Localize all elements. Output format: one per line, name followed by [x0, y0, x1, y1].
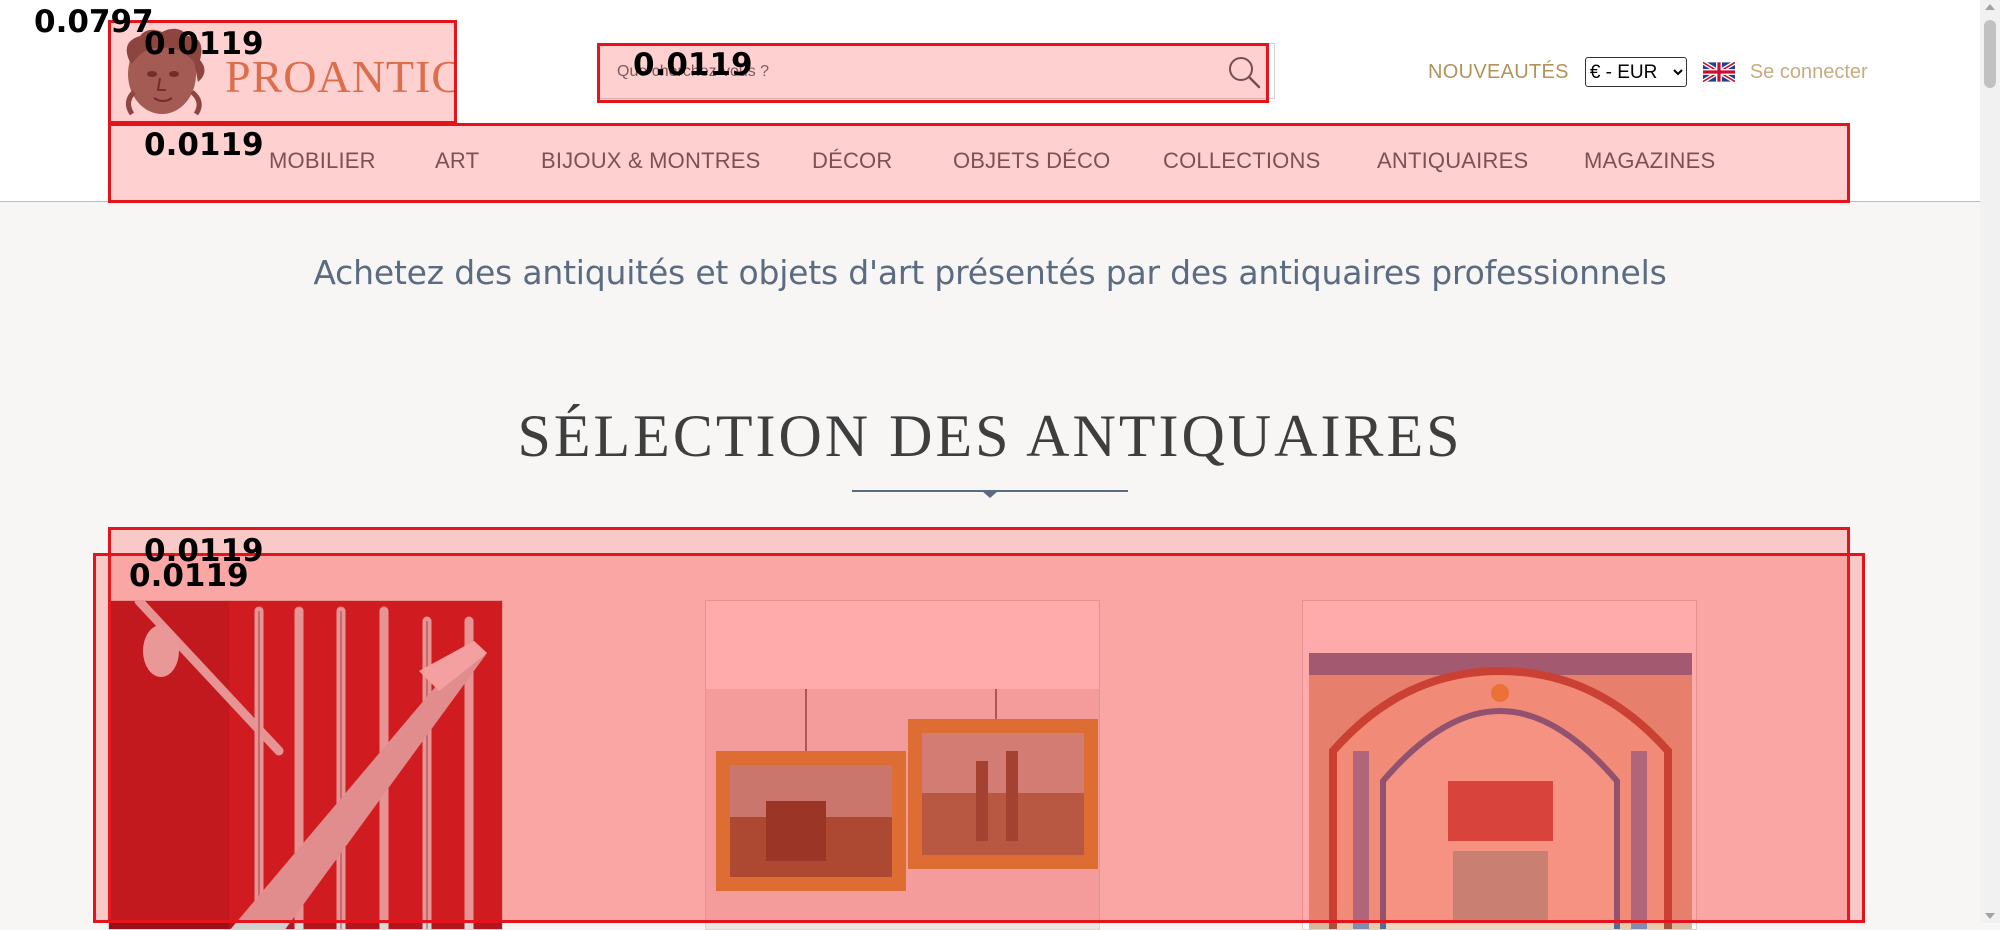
nouveautes-link[interactable]: NOUVEAUTÉS — [1428, 61, 1569, 84]
nav-item-objets-deco[interactable]: OBJETS DÉCO — [953, 148, 1110, 174]
textile-image — [1303, 601, 1696, 929]
nav-item-antiquaires[interactable]: ANTIQUAIRES — [1377, 148, 1528, 174]
cutlery-image — [109, 601, 502, 929]
nav-item-bijoux-montres[interactable]: BIJOUX & MONTRES — [541, 148, 761, 174]
nav-item-art[interactable]: ART — [435, 148, 479, 174]
main-nav: MOBILIER ART BIJOUX & MONTRES DÉCOR OBJE… — [108, 124, 1850, 202]
site-header: PROANTIC NOUVEAUTÉS € - EUR Se connecter… — [0, 0, 1980, 202]
nav-item-decor[interactable]: DÉCOR — [812, 148, 892, 174]
selection-card[interactable] — [108, 600, 503, 930]
medusa-head-icon — [126, 28, 205, 116]
logo-wordmark: PROANTIC — [225, 51, 455, 102]
header-utilities: NOUVEAUTÉS € - EUR Se connecter — [1428, 56, 1868, 88]
nav-item-collections[interactable]: COLLECTIONS — [1163, 148, 1320, 174]
search-input[interactable] — [615, 44, 1209, 100]
nav-item-magazines[interactable]: MAGAZINES — [1584, 148, 1715, 174]
uk-flag-icon[interactable] — [1702, 61, 1735, 83]
scroll-up-icon[interactable] — [1985, 4, 1995, 10]
currency-select[interactable]: € - EUR — [1584, 57, 1687, 87]
title-divider — [852, 490, 1128, 498]
section-title: SÉLECTION DES ANTIQUAIRES — [517, 403, 1463, 469]
scroll-down-icon[interactable] — [1985, 913, 1995, 919]
search-icon — [1229, 57, 1261, 89]
selection-card[interactable] — [1302, 600, 1697, 930]
site-tagline: Achetez des antiquités et objets d'art p… — [313, 253, 1667, 292]
login-link[interactable]: Se connecter — [1750, 61, 1868, 84]
search-bar — [598, 43, 1275, 100]
paintings-image — [706, 601, 1099, 929]
selection-card[interactable] — [705, 600, 1100, 930]
search-button[interactable] — [1226, 54, 1262, 90]
selection-grid — [108, 528, 1850, 930]
site-logo[interactable]: PROANTIC — [110, 22, 455, 122]
nav-item-mobilier[interactable]: MOBILIER — [269, 148, 376, 174]
page-scrollbar[interactable] — [1980, 0, 2000, 923]
scrollbar-thumb[interactable] — [1984, 20, 1996, 88]
